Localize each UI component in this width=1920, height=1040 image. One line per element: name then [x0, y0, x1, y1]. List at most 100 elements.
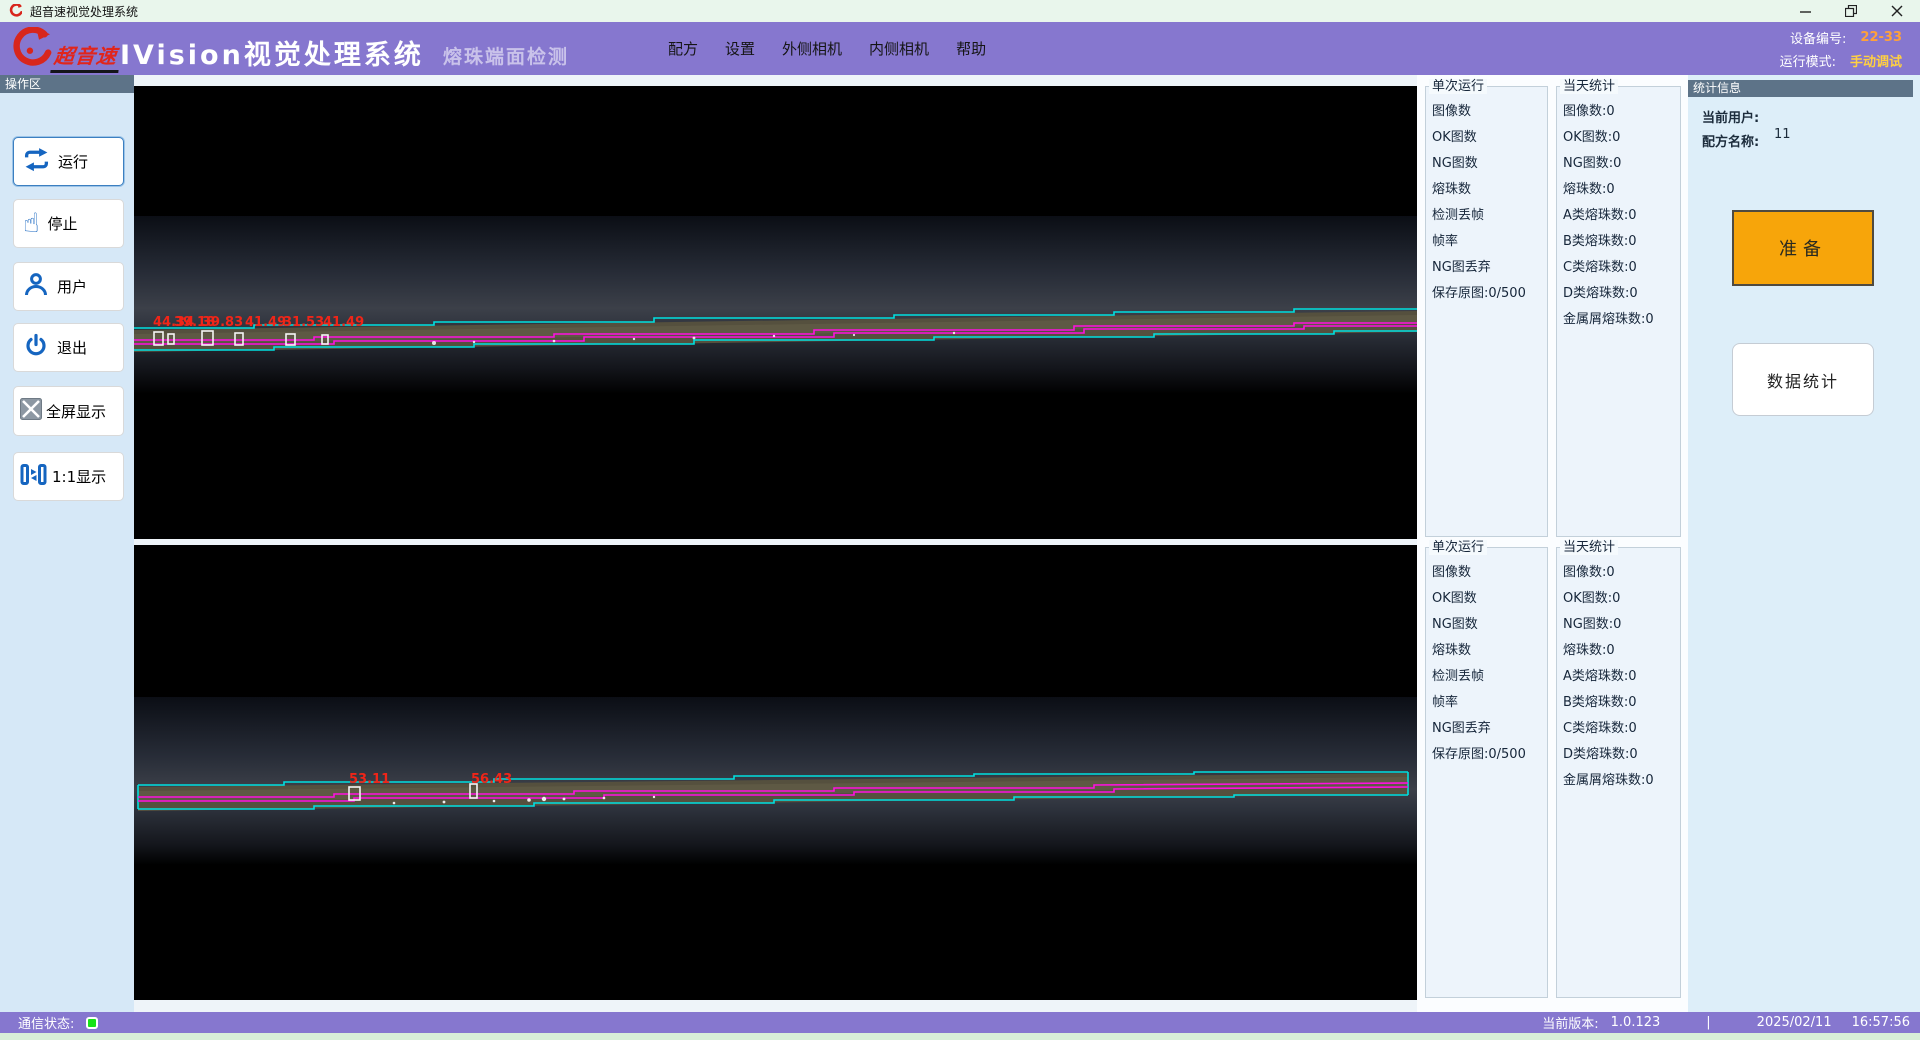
stat-image-count: 图像数: [1426, 99, 1547, 125]
measurement-label: 41.49: [245, 315, 286, 330]
restore-button[interactable]: [1828, 0, 1874, 22]
run-button-label: 运行: [58, 151, 88, 172]
camera-view-outer: 44.34 39.18 39.83 41.49 31.53 41.49: [134, 86, 1417, 539]
data-stats-button[interactable]: 数据统计: [1732, 343, 1874, 416]
comm-status-label: 通信状态:: [18, 1013, 74, 1032]
daily-c-beads: C类熔珠数:0: [1557, 716, 1680, 742]
groupbox-daily: 当天统计 图像数:0 OK图数:0 NG图数:0 熔珠数:0 A类熔珠数:0 B…: [1556, 547, 1681, 998]
recipe-name-value: 11: [1774, 127, 1791, 142]
daily-a-beads: A类熔珠数:0: [1557, 203, 1680, 229]
one-to-one-button[interactable]: 1:1显示: [13, 452, 124, 501]
current-user-label: 当前用户:: [1702, 107, 1759, 126]
daily-d-beads: D类熔珠数:0: [1557, 742, 1680, 768]
main-menu: 配方 设置 外侧相机 内侧相机 帮助: [668, 22, 986, 75]
stat-frame-rate: 帧率: [1426, 690, 1547, 716]
daily-ng-count: NG图数:0: [1557, 612, 1680, 638]
one-to-one-icon: [20, 463, 47, 491]
stat-ng-count: NG图数: [1426, 151, 1547, 177]
measurement-label: 41.49: [323, 315, 364, 330]
recipe-name-label: 配方名称:: [1702, 131, 1759, 150]
user-icon: [23, 272, 49, 301]
stat-save-raw: 保存原图:0/500: [1426, 742, 1547, 768]
groupbox-title: 当天统计: [1560, 540, 1618, 555]
groupbox-title: 当天统计: [1560, 79, 1618, 94]
stat-ng-discard: NG图丢弃: [1426, 255, 1547, 281]
menu-item-settings[interactable]: 设置: [725, 38, 755, 59]
menu-item-help[interactable]: 帮助: [956, 38, 986, 59]
statusbar-time: 16:57:56: [1852, 1015, 1910, 1030]
one-to-one-button-label: 1:1显示: [52, 466, 106, 487]
stat-frame-rate: 帧率: [1426, 229, 1547, 255]
device-info: 设备编号: 22-33 运行模式: 手动调试: [1780, 26, 1902, 72]
user-button[interactable]: 用户: [13, 262, 124, 311]
app-title: IVision视觉处理系统: [120, 33, 424, 72]
stat-bead-count: 熔珠数: [1426, 177, 1547, 203]
stat-ok-count: OK图数: [1426, 125, 1547, 151]
exit-button[interactable]: 退出: [13, 323, 124, 372]
measurement-label: 53.11: [349, 772, 390, 787]
window-title: 超音速视觉处理系统: [30, 3, 138, 20]
fullscreen-button[interactable]: 全屏显示: [13, 386, 124, 436]
daily-a-beads: A类熔珠数:0: [1557, 664, 1680, 690]
stat-ng-count: NG图数: [1426, 612, 1547, 638]
run-button[interactable]: 运行: [13, 137, 124, 186]
app-header: 超音速 IVision视觉处理系统 熔珠端面检测 配方 设置 外侧相机 内侧相机…: [0, 22, 1920, 75]
stat-ok-count: OK图数: [1426, 586, 1547, 612]
info-panel-title: 统计信息: [1688, 80, 1913, 97]
measurement-label: 39.83: [202, 315, 243, 330]
groupbox-single-run: 单次运行 图像数 OK图数 NG图数 熔珠数 检测丢帧 帧率 NG图丢弃 保存原…: [1425, 86, 1548, 537]
daily-image-count: 图像数:0: [1557, 560, 1680, 586]
sidebar: 操作区 运行 ☝ 停止 用户: [0, 75, 134, 1012]
detection-overlay-outer: [134, 86, 1417, 539]
daily-b-beads: B类熔珠数:0: [1557, 229, 1680, 255]
device-no-label: 设备编号:: [1790, 28, 1846, 47]
info-panel: 统计信息 当前用户: 配方名称: 11 准备 数据统计: [1688, 75, 1920, 1012]
app-window: 超音速视觉处理系统 超音速 IVision视觉处理系统 熔珠端面检测 配方 设置: [0, 0, 1920, 1040]
stat-lost-frames: 检测丢帧: [1426, 203, 1547, 229]
app-subtitle: 熔珠端面检测: [443, 42, 569, 69]
comm-status-indicator: [86, 1017, 98, 1029]
stat-image-count: 图像数: [1426, 560, 1547, 586]
stop-button-label: 停止: [47, 213, 77, 234]
run-mode-label: 运行模式:: [1780, 51, 1836, 70]
stat-bead-count: 熔珠数: [1426, 638, 1547, 664]
stat-save-raw: 保存原图:0/500: [1426, 281, 1547, 307]
close-button[interactable]: [1874, 0, 1920, 22]
stop-hand-icon: ☝: [23, 210, 39, 237]
app-logo-icon: [8, 4, 22, 18]
daily-c-beads: C类熔珠数:0: [1557, 255, 1680, 281]
stat-lost-frames: 检测丢帧: [1426, 664, 1547, 690]
user-button-label: 用户: [57, 276, 87, 297]
groupbox-title: 单次运行: [1429, 540, 1487, 555]
groupbox-title: 单次运行: [1429, 79, 1487, 94]
menu-item-outer-camera[interactable]: 外侧相机: [782, 38, 842, 59]
version-label: 当前版本:: [1542, 1013, 1598, 1032]
brand-logo-icon: [6, 27, 52, 73]
exit-button-label: 退出: [57, 337, 87, 358]
measurement-label: 31.53: [283, 315, 324, 330]
stop-button[interactable]: ☝ 停止: [13, 199, 124, 248]
detection-overlay-inner: [134, 545, 1417, 1000]
daily-d-beads: D类熔珠数:0: [1557, 281, 1680, 307]
daily-ok-count: OK图数:0: [1557, 125, 1680, 151]
fullscreen-icon: [20, 398, 42, 424]
menu-item-recipe[interactable]: 配方: [668, 38, 698, 59]
menu-item-inner-camera[interactable]: 内侧相机: [869, 38, 929, 59]
window-titlebar: 超音速视觉处理系统: [0, 0, 1920, 22]
minimize-button[interactable]: [1782, 0, 1828, 22]
stats-panel-top: 单次运行 图像数 OK图数 NG图数 熔珠数 检测丢帧 帧率 NG图丢弃 保存原…: [1417, 86, 1688, 537]
measurement-label: 56.43: [471, 772, 512, 787]
statusbar-separator: |: [1706, 1015, 1710, 1030]
ready-button[interactable]: 准备: [1732, 210, 1874, 286]
daily-ng-count: NG图数:0: [1557, 151, 1680, 177]
stat-ng-discard: NG图丢弃: [1426, 716, 1547, 742]
daily-image-count: 图像数:0: [1557, 99, 1680, 125]
daily-ok-count: OK图数:0: [1557, 586, 1680, 612]
daily-bead-count: 熔珠数:0: [1557, 638, 1680, 664]
device-no-value: 22-33: [1860, 30, 1902, 45]
statusbar-date: 2025/02/11: [1757, 1015, 1832, 1030]
brand-name: 超音速: [50, 40, 121, 73]
run-mode-value: 手动调试: [1850, 51, 1902, 70]
daily-bead-count: 熔珠数:0: [1557, 177, 1680, 203]
stats-column: 单次运行 图像数 OK图数 NG图数 熔珠数 检测丢帧 帧率 NG图丢弃 保存原…: [1417, 75, 1688, 1012]
